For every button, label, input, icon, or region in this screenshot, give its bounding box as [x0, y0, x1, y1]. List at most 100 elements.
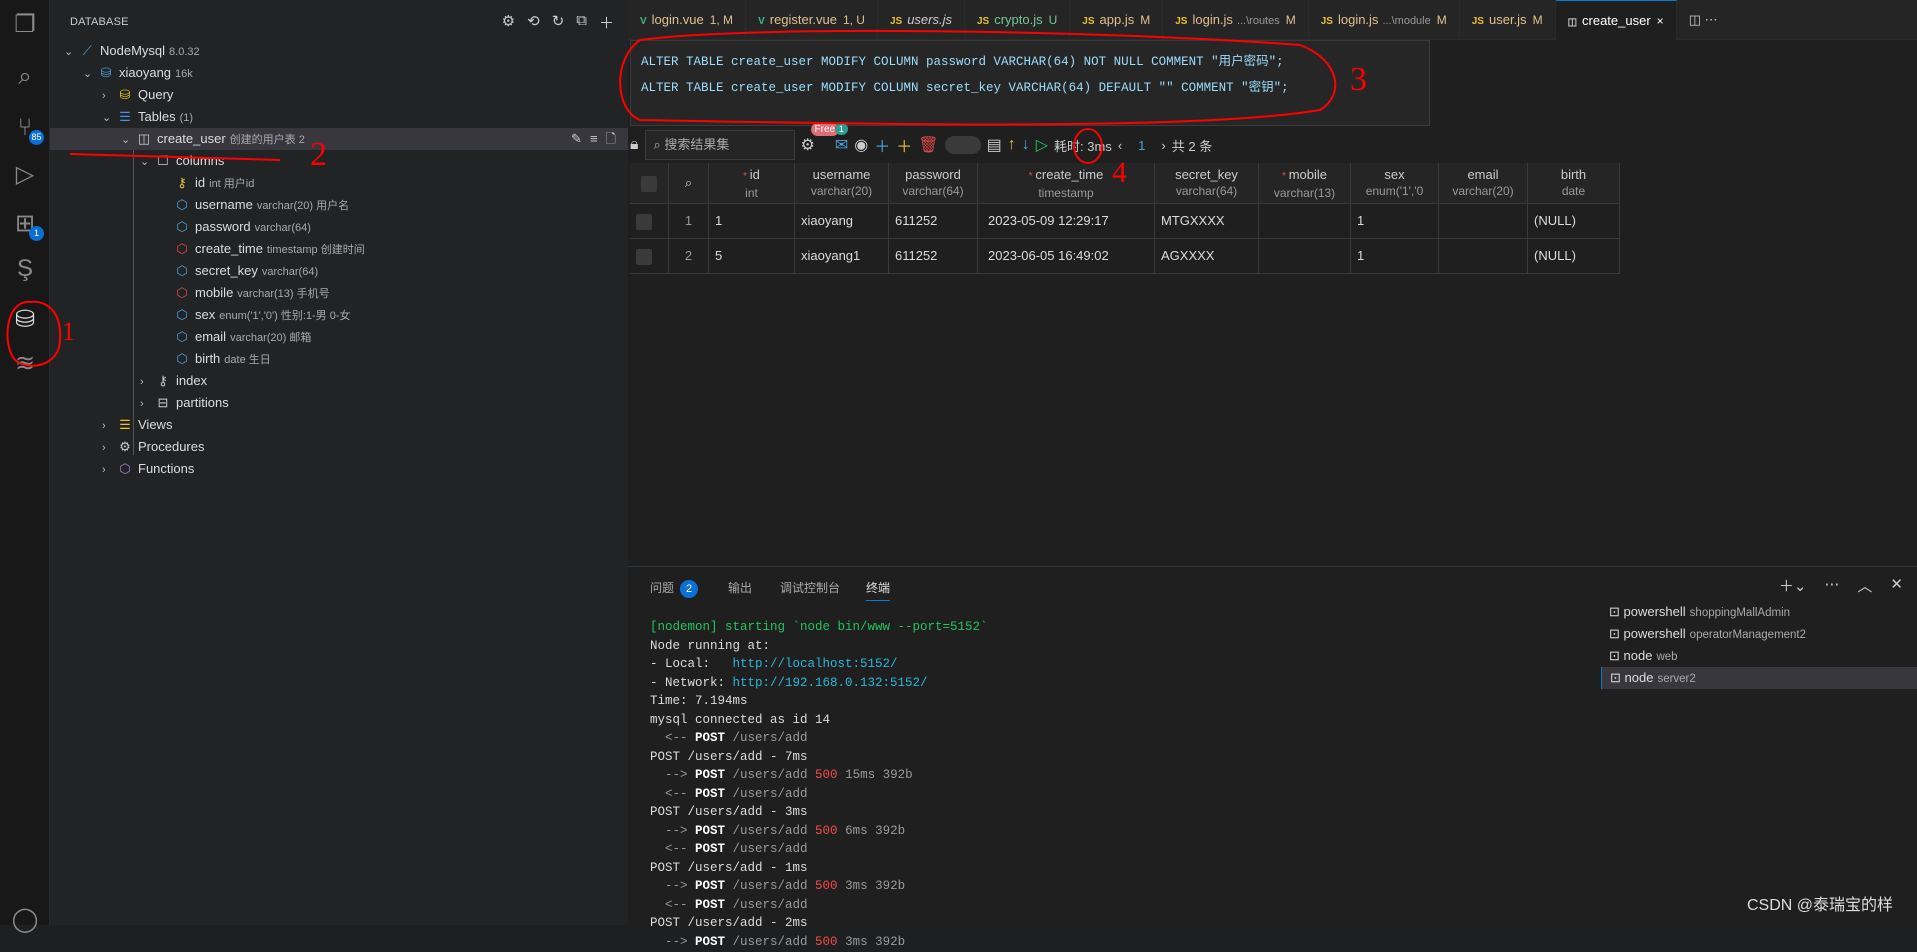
table-cell[interactable]: 611252 — [889, 204, 978, 238]
table-cell[interactable]: (NULL) — [1528, 204, 1620, 238]
tree-item[interactable]: ⌄☰Tables(1) — [50, 106, 628, 128]
tree-item[interactable]: ⬡sexenum('1','0') 性别:1-男 0-女 — [50, 304, 628, 326]
table-cell[interactable]: AGXXXX — [1155, 239, 1259, 273]
table-cell[interactable]: (NULL) — [1528, 239, 1620, 273]
column-header[interactable]: passwordvarchar(64) — [889, 163, 978, 203]
editor-tab[interactable]: JSusers.js — [878, 0, 965, 40]
column-header[interactable]: birthdate — [1528, 163, 1620, 203]
s-extension-icon[interactable]: Ş — [10, 254, 40, 284]
chevron-down-icon[interactable]: ⌄ — [83, 63, 97, 85]
column-header[interactable]: usernamevarchar(20) — [795, 163, 889, 203]
split-editor-icon[interactable]: ◫ ⋯ — [1677, 0, 1730, 40]
tree-item[interactable]: ⬡create_timetimestamp 创建时间 — [50, 238, 628, 260]
table-cell[interactable]: 611252 — [889, 239, 978, 273]
tree-item[interactable]: ⬡passwordvarchar(64) — [50, 216, 628, 238]
list-icon[interactable]: ≡ — [590, 128, 598, 150]
terminal-output[interactable]: [nodemon] starting `node bin/www --port=… — [650, 619, 988, 952]
prev-page-button[interactable]: ‹ — [1118, 138, 1122, 153]
tree-item[interactable]: ›⛁Query — [50, 84, 628, 106]
tree-item[interactable]: ⬡emailvarchar(20) 邮箱 — [50, 326, 628, 348]
run-icon[interactable]: ▷ — [1036, 135, 1048, 155]
chevron-right-icon[interactable]: › — [102, 459, 116, 481]
tree-item[interactable]: ⌄⛁xiaoyang16k — [50, 62, 628, 84]
editor-tab[interactable]: JSapp.jsM — [1070, 0, 1163, 40]
column-header[interactable]: sexenum('1','0 — [1351, 163, 1439, 203]
close-icon[interactable]: ✕ — [1890, 575, 1903, 596]
new-query-icon[interactable]: 🗋︎ — [606, 128, 616, 150]
github-icon[interactable]: ◉ — [854, 135, 868, 155]
editor-tab[interactable]: JSlogin.js...\moduleM — [1309, 0, 1460, 40]
arrow-down-icon[interactable]: ↓ — [1022, 136, 1030, 154]
layers-icon[interactable]: ≋ — [10, 349, 40, 379]
next-page-button[interactable]: › — [1161, 138, 1165, 153]
chevron-down-icon[interactable]: ⌄ — [64, 41, 78, 63]
chevron-down-icon[interactable]: ⌄ — [121, 129, 135, 151]
extensions-icon[interactable]: ⊞1 — [10, 209, 40, 239]
add-row-icon[interactable]: ＋ — [874, 133, 890, 157]
account-icon[interactable]: ◯ — [10, 905, 40, 935]
edit-icon[interactable]: ✎ — [571, 128, 582, 150]
panel-tab[interactable]: 问题2 — [650, 579, 698, 598]
terminal-instance[interactable]: ⊡ nodeserver2 — [1601, 667, 1917, 689]
terminal-instance[interactable]: ⊡ powershelloperatorManagement2 — [1601, 623, 1917, 645]
column-header[interactable]: secret_keyvarchar(64) — [1155, 163, 1259, 203]
table-row[interactable]: 25xiaoyang16112522023-06-05 16:49:02AGXX… — [630, 239, 1620, 274]
search-results-input[interactable]: ⌕ 搜索结果集 — [645, 130, 795, 160]
table-cell[interactable]: 2023-06-05 16:49:02 — [978, 239, 1155, 273]
tree-item[interactable]: ⚷idint 用户id — [50, 172, 628, 194]
table-cell[interactable]: xiaoyang1 — [795, 239, 889, 273]
table-cell[interactable]: 1 — [1351, 239, 1439, 273]
chevron-right-icon[interactable]: › — [102, 85, 116, 107]
tree-item[interactable]: ›⬡Functions — [50, 458, 628, 480]
more-icon[interactable]: ⋯ — [1824, 575, 1839, 596]
table-cell[interactable] — [1259, 239, 1351, 273]
select-all-checkbox[interactable] — [630, 163, 669, 203]
settings-icon[interactable]: ⚙ — [502, 12, 515, 33]
chevron-right-icon[interactable]: › — [102, 415, 116, 437]
checkbox[interactable] — [636, 214, 652, 230]
filter-icon[interactable]: ⌕ — [669, 163, 709, 203]
new-terminal-icon[interactable]: ＋⌄ — [1779, 575, 1807, 596]
tree-item[interactable]: ›☰Views — [50, 414, 628, 436]
mail-icon[interactable]: ✉1 — [835, 135, 848, 155]
panel-tab[interactable]: 终端 — [866, 579, 890, 601]
tree-item[interactable]: ⌄☐columns — [50, 150, 628, 172]
chevron-right-icon[interactable]: › — [140, 371, 154, 393]
table-cell[interactable]: 1 — [709, 204, 795, 238]
sql-editor[interactable]: ALTER TABLE create_user MODIFY COLUMN pa… — [630, 40, 1430, 126]
tree-item[interactable]: ⌄⟋NodeMysql8.0.32 — [50, 40, 628, 62]
chevron-down-icon[interactable]: ⌄ — [140, 151, 154, 173]
tree-item[interactable]: ⬡secret_keyvarchar(64) — [50, 260, 628, 282]
chevron-right-icon[interactable]: › — [102, 437, 116, 459]
refresh-icon[interactable]: ↻ — [552, 12, 565, 33]
panel-tab[interactable]: 输出 — [728, 579, 752, 596]
files-icon[interactable]: ❐ — [10, 10, 40, 40]
add-connection-icon[interactable]: ＋ — [599, 12, 614, 33]
collapse-all-icon[interactable]: ⧉ — [576, 12, 587, 33]
column-header[interactable]: * create_timetimestamp — [978, 163, 1155, 203]
tree-item[interactable]: ›⚙Procedures — [50, 436, 628, 458]
editor-tab[interactable]: ◫create_user× — [1556, 0, 1677, 40]
tree-item[interactable]: ⬡usernamevarchar(20) 用户名 — [50, 194, 628, 216]
table-cell[interactable]: 5 — [709, 239, 795, 273]
checkbox[interactable] — [641, 176, 657, 192]
row-checkbox[interactable] — [630, 204, 669, 238]
table-cell[interactable] — [1439, 204, 1528, 238]
tree-item[interactable]: ›⚷index — [50, 370, 628, 392]
tree-item[interactable]: ⌄◫create_user创建的用户表 2✎≡🗋︎ — [50, 128, 628, 150]
tree-item[interactable]: ⬡mobilevarchar(13) 手机号 — [50, 282, 628, 304]
terminal-instance[interactable]: ⊡ nodeweb — [1601, 645, 1917, 667]
table-cell[interactable]: 2023-05-09 12:29:17 — [978, 204, 1155, 238]
column-header[interactable]: * mobilevarchar(13) — [1259, 163, 1351, 203]
chevron-down-icon[interactable]: ⌄ — [102, 107, 116, 129]
database-icon[interactable]: ⛁ — [10, 305, 40, 335]
delete-icon[interactable]: 🗑︎ — [918, 135, 938, 155]
editor-tab[interactable]: JSlogin.js...\routesM — [1163, 0, 1309, 40]
table-row[interactable]: 11xiaoyang6112522023-05-09 12:29:17MTGXX… — [630, 204, 1620, 239]
add-icon[interactable]: ＋ — [896, 133, 912, 157]
table-cell[interactable]: MTGXXXX — [1155, 204, 1259, 238]
search-icon[interactable]: ⌕ — [10, 62, 40, 92]
editor-tab[interactable]: JSuser.jsM — [1460, 0, 1556, 40]
table-cell[interactable] — [1439, 239, 1528, 273]
comment-icon[interactable]: ▤ — [987, 135, 1002, 155]
